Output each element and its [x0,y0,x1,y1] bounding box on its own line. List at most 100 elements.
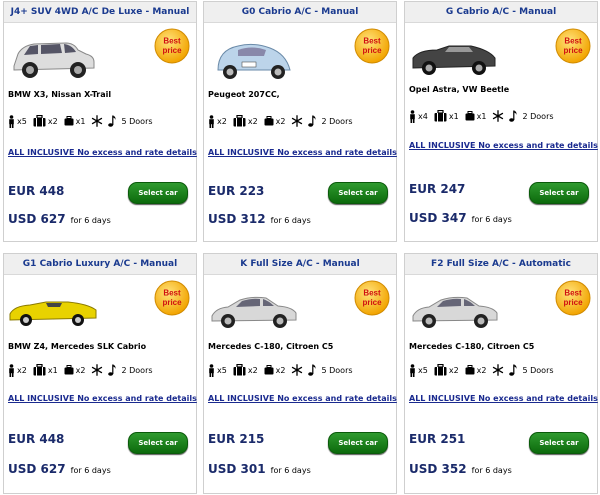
car-image [412,296,498,328]
price-usd: USD 347 [409,211,467,225]
bag-icon [264,365,274,375]
price-usd-line: USD 627 for 6 days [8,208,111,227]
car-image [13,42,95,78]
doors-count: 5 Doors [321,365,353,375]
best-price-badge: Best price [555,28,591,64]
price-eur: EUR 215 [208,432,265,446]
suitcase-icon [434,364,447,376]
person-icon [209,363,214,377]
price-usd-line: USD 347 for 6 days [409,207,512,226]
badge-line-1: Best [363,37,381,46]
bags-count: x2 [275,365,286,375]
persons-count: x5 [217,365,227,375]
bags-count: x2 [75,365,86,375]
bags-count: x1 [476,111,487,121]
badge-line-1: Best [163,289,181,298]
rental-duration: for 6 days [471,466,512,475]
car-features: x2 x2 x2 2 Doors [208,112,359,130]
car-card: K Full Size A/C - Manual Best price Merc… [203,253,397,494]
price-usd: USD 627 [8,462,66,476]
select-car-button[interactable]: Select car [128,182,188,204]
all-inclusive-link[interactable]: ALL INCLUSIVE No excess and rate details [8,394,197,403]
suitcase-icon [233,115,246,127]
doors-count: 2 Doors [121,365,153,375]
suitcase-icon [434,110,447,122]
price-usd-line: USD 301 for 6 days [208,458,311,477]
car-features: x2 x1 x2 2 Doors [8,361,159,379]
car-image [9,301,97,326]
rental-duration: for 6 days [471,215,512,224]
car-card: J4+ SUV 4WD A/C De Luxe - Manual Best pr… [3,1,197,242]
persons-count: x5 [17,116,27,126]
car-models: Peugeot 207CC, [208,90,280,99]
car-class-title: G Cabrio A/C - Manual [405,2,597,23]
persons-count: x4 [418,111,428,121]
snowflake-icon [292,115,303,127]
badge-line-1: Best [564,37,582,46]
car-results-grid: J4+ SUV 4WD A/C De Luxe - Manual Best pr… [0,0,600,495]
car-card: G0 Cabrio A/C - Manual Best price Peugeo… [203,1,397,242]
badge-line-2: price [563,298,583,307]
price-usd-line: USD 312 for 6 days [208,208,311,227]
snowflake-icon [92,115,103,127]
bag-icon [64,365,74,375]
price-eur: EUR 247 [409,182,466,196]
badge-line-1: Best [363,289,381,298]
suitcases-count: x2 [47,116,58,126]
suitcases-count: x1 [47,365,58,375]
select-car-button[interactable]: Select car [529,432,589,454]
bag-icon [64,116,74,126]
badge-line-1: Best [163,37,181,46]
doors-count: 2 Doors [522,111,554,121]
rental-duration: for 6 days [270,216,311,225]
best-price-badge: Best price [354,280,390,316]
price-eur: EUR 251 [409,432,466,446]
price-usd: USD 627 [8,212,66,226]
best-price-badge: Best price [154,280,190,316]
music-note-icon [509,110,517,122]
select-car-button[interactable]: Select car [128,432,188,454]
car-class-title: G0 Cabrio A/C - Manual [204,2,396,23]
all-inclusive-link[interactable]: ALL INCLUSIVE No excess and rate details [208,394,397,403]
car-card: F2 Full Size A/C - Automatic Best price … [404,253,598,494]
select-car-button[interactable]: Select car [328,432,388,454]
bag-icon [465,111,475,121]
person-icon [9,114,14,128]
price-usd: USD 352 [409,462,467,476]
suitcase-icon [233,364,246,376]
price-usd-line: USD 627 for 6 days [8,458,111,477]
best-price-badge: Best price [154,28,190,64]
all-inclusive-link[interactable]: ALL INCLUSIVE No excess and rate details [208,148,397,157]
all-inclusive-link[interactable]: ALL INCLUSIVE No excess and rate details [8,148,197,157]
suitcase-icon [33,364,46,376]
car-features: x5 x2 x2 5 Doors [208,361,359,379]
suitcase-icon [33,115,46,127]
all-inclusive-link[interactable]: ALL INCLUSIVE No excess and rate details [409,394,598,403]
music-note-icon [108,364,116,376]
select-car-button[interactable]: Select car [529,182,589,204]
doors-count: 2 Doors [321,116,353,126]
music-note-icon [509,364,517,376]
snowflake-icon [292,364,303,376]
car-class-title: J4+ SUV 4WD A/C De Luxe - Manual [4,2,196,23]
car-models: BMW Z4, Mercedes SLK Cabrio [8,342,147,351]
music-note-icon [308,115,316,127]
badge-line-2: price [162,298,182,307]
bag-icon [264,116,274,126]
persons-count: x2 [217,116,227,126]
car-card: G1 Cabrio Luxury A/C - Manual Best price… [3,253,197,494]
price-eur: EUR 448 [8,184,65,198]
suitcases-count: x1 [448,111,459,121]
car-class-title: G1 Cabrio Luxury A/C - Manual [4,254,196,275]
car-models: Mercedes C-180, Citroen C5 [409,342,535,351]
all-inclusive-link[interactable]: ALL INCLUSIVE No excess and rate details [409,141,598,150]
badge-line-2: price [362,46,382,55]
select-car-button[interactable]: Select car [328,182,388,204]
price-usd: USD 301 [208,462,266,476]
rental-duration: for 6 days [70,466,111,475]
person-icon [410,109,415,123]
music-note-icon [108,115,116,127]
doors-count: 5 Doors [121,116,153,126]
car-models: BMW X3, Nissan X-Trail [8,90,112,99]
price-usd-line: USD 352 for 6 days [409,458,512,477]
